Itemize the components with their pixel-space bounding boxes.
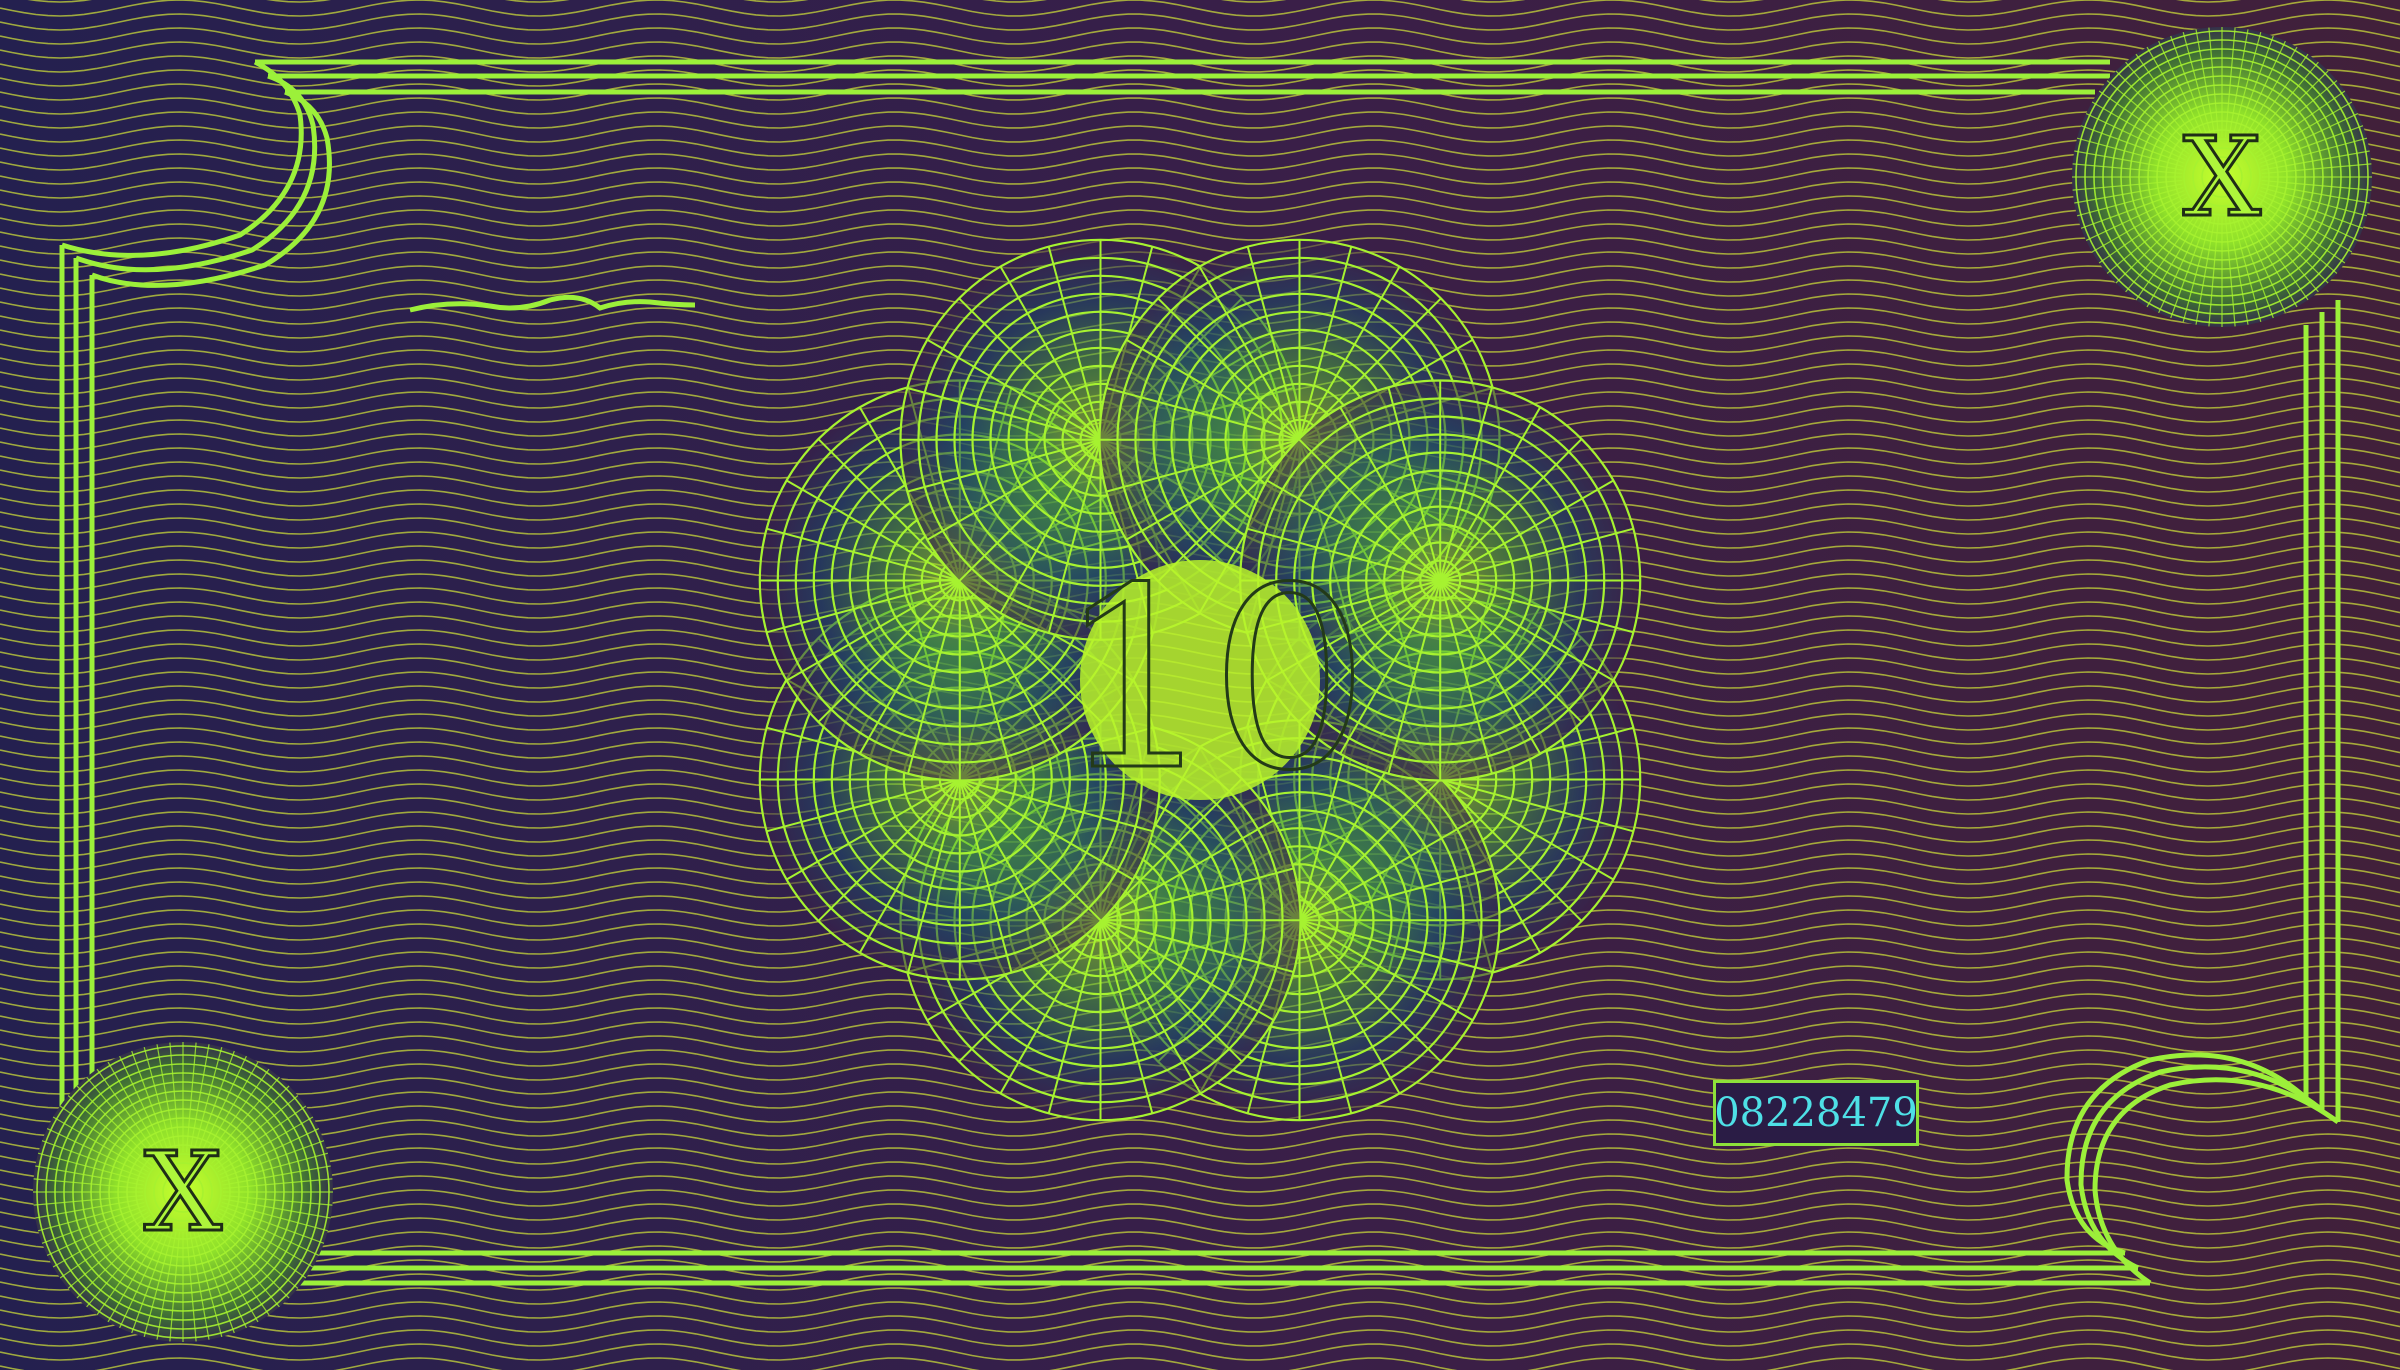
corner-mark-top: X [2181, 113, 2262, 241]
denomination: 10 [1055, 534, 1370, 825]
corner-mark-bottom: X [142, 1128, 223, 1256]
banknote: 10 X X 08228479 [0, 0, 2400, 1370]
serial-number: 08228479 [1713, 1080, 1919, 1146]
